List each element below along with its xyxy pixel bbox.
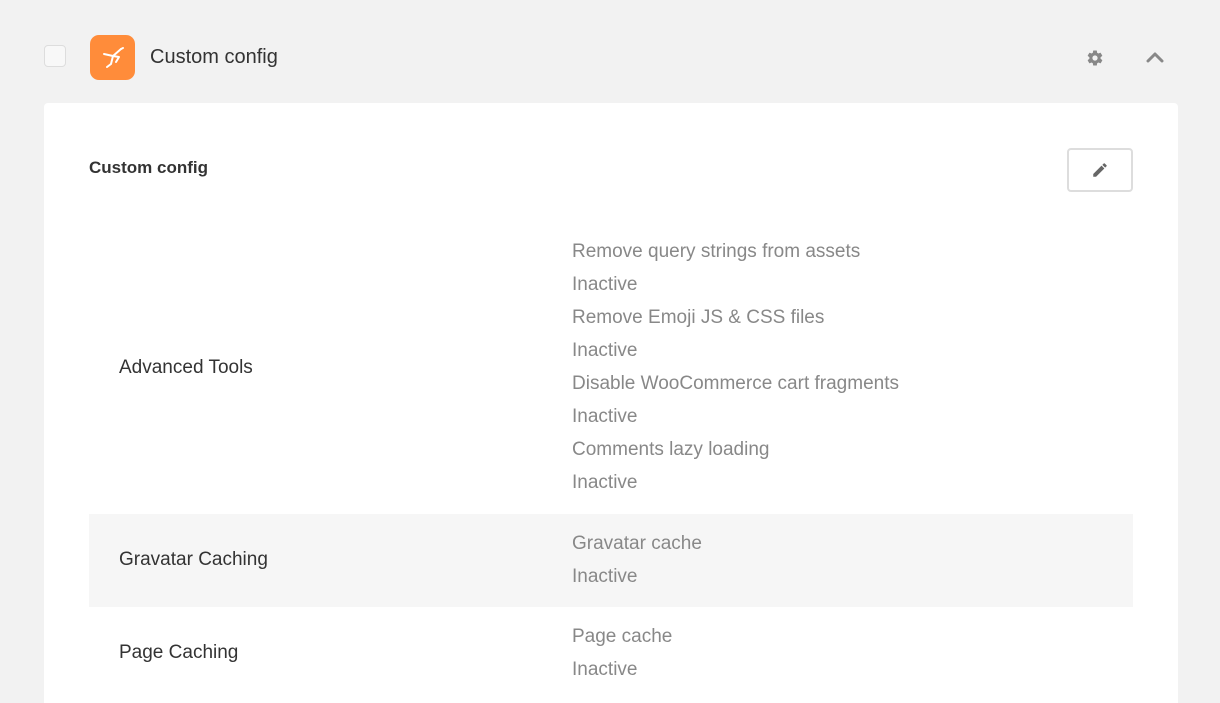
row-label: Advanced Tools <box>119 357 253 378</box>
setting-status: Inactive <box>572 472 638 493</box>
gear-icon <box>1087 50 1103 66</box>
setting-name: Disable WooCommerce cart fragments <box>572 373 899 394</box>
config-row-gravatar-caching: Gravatar Caching Gravatar cache Inactive <box>89 514 1133 607</box>
setting-name: Remove Emoji JS & CSS files <box>572 307 825 328</box>
setting-status: Inactive <box>572 274 638 295</box>
setting-name: Page cache <box>572 626 673 647</box>
settings-button[interactable] <box>1083 46 1107 70</box>
setting-name: Remove query strings from assets <box>572 241 861 262</box>
config-row-page-caching: Page Caching Page cache Inactive <box>89 607 1133 703</box>
collapse-button[interactable] <box>1143 45 1167 69</box>
config-panel: Custom config Advanced Tools Remove quer… <box>44 103 1178 703</box>
config-header: Custom config <box>0 0 1220 103</box>
pencil-icon <box>1093 163 1107 177</box>
row-values: Page cache Inactive <box>572 620 672 686</box>
row-values: Remove query strings from assets Inactiv… <box>572 235 899 499</box>
setting-status: Inactive <box>572 340 638 361</box>
setting-name: Comments lazy loading <box>572 439 770 460</box>
chevron-up-icon <box>1146 52 1164 63</box>
config-row-advanced-tools: Advanced Tools Remove query strings from… <box>89 231 1133 514</box>
config-title: Custom config <box>150 46 278 68</box>
setting-status: Inactive <box>572 406 638 427</box>
setting-status: Inactive <box>572 659 638 680</box>
panel-title: Custom config <box>89 158 208 177</box>
select-checkbox[interactable] <box>44 45 66 67</box>
row-label: Page Caching <box>119 642 239 663</box>
row-values: Gravatar cache Inactive <box>572 527 702 593</box>
row-label: Gravatar Caching <box>119 549 268 570</box>
hummingbird-logo-icon <box>90 35 135 80</box>
edit-button[interactable] <box>1067 148 1133 192</box>
setting-name: Gravatar cache <box>572 533 702 554</box>
setting-status: Inactive <box>572 566 638 587</box>
